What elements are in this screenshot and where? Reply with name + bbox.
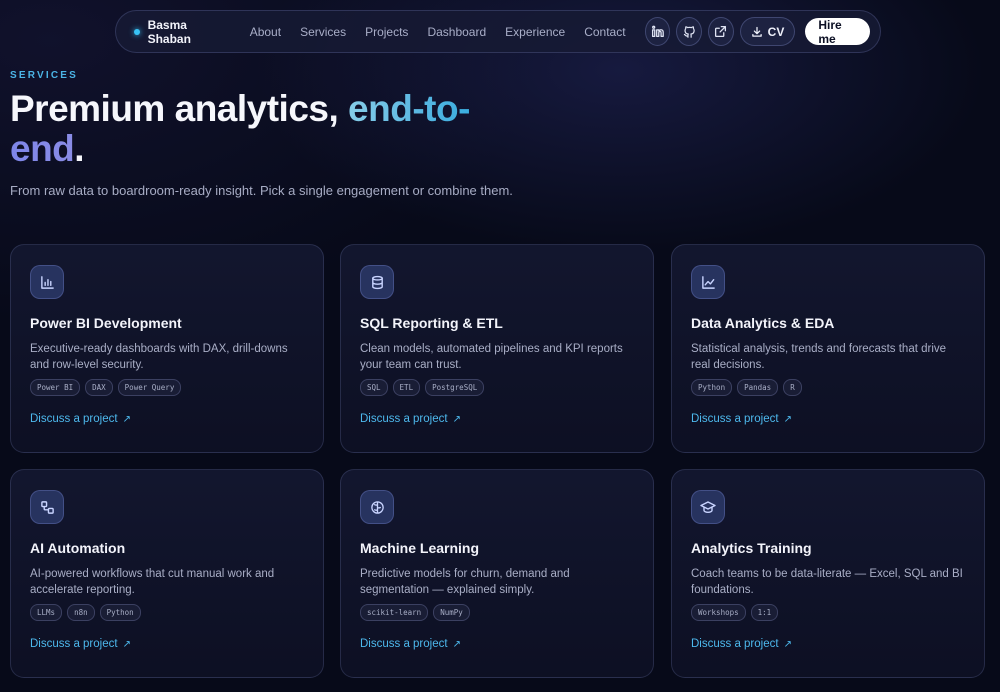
tag: 1:1 (750, 604, 779, 621)
service-card-sql: SQL Reporting & ETL Clean models, automa… (340, 244, 654, 453)
service-card-analytics: Data Analytics & EDA Statistical analysi… (671, 244, 985, 453)
nav-link-services[interactable]: Services (300, 25, 346, 39)
discuss-project-link[interactable]: Discuss a project ↗ (691, 413, 965, 425)
brand-dot (134, 28, 140, 35)
tag: n8n (67, 604, 95, 621)
card-description: Coach teams to be data-literate — Excel,… (691, 568, 963, 596)
card-tags: Power BI DAX Power Query (30, 379, 304, 396)
graduation-cap-icon (700, 501, 716, 513)
discuss-project-link[interactable]: Discuss a project ↗ (691, 638, 965, 650)
cta-label: Discuss a project (360, 638, 448, 650)
headline-accent-1: end-to- (348, 88, 470, 129)
tag: SQL (360, 379, 388, 396)
card-title: Machine Learning (360, 540, 480, 556)
tag: Python (691, 379, 733, 396)
card-icon-wrapper (691, 265, 725, 299)
card-icon-wrapper (691, 490, 725, 524)
brain-icon (370, 500, 384, 514)
tag: DAX (85, 379, 113, 396)
nav-actions: CV Hire me (644, 17, 870, 46)
service-card-power-bi: Power BI Development Executive-ready das… (10, 244, 324, 453)
nav-link-projects[interactable]: Projects (365, 25, 408, 39)
cta-label: Discuss a project (691, 413, 779, 425)
tag: Power Query (117, 379, 182, 396)
download-icon (751, 26, 762, 37)
linkedin-button[interactable] (644, 17, 671, 46)
cta-label: Discuss a project (691, 638, 779, 650)
card-icon-wrapper (360, 490, 394, 524)
nav-link-dashboard[interactable]: Dashboard (427, 25, 486, 39)
card-description: Clean models, automated pipelines and KP… (360, 343, 623, 371)
tag: scikit-learn (360, 604, 429, 621)
nav-link-experience[interactable]: Experience (505, 25, 565, 39)
arrow-up-right-icon: ↗ (783, 413, 792, 425)
arrow-up-right-icon: ↗ (783, 638, 792, 650)
hire-me-button[interactable]: Hire me (805, 18, 870, 46)
github-button[interactable] (676, 17, 702, 46)
discuss-project-link[interactable]: Discuss a project ↗ (30, 638, 304, 650)
card-icon-wrapper (30, 265, 64, 299)
card-tags: LLMs n8n Python (30, 604, 304, 621)
top-navbar: Basma Shaban About Services Projects Das… (115, 10, 881, 53)
github-icon (683, 26, 695, 38)
nav-link-contact[interactable]: Contact (584, 25, 625, 39)
discuss-project-link[interactable]: Discuss a project ↗ (30, 413, 304, 425)
tag: R (783, 379, 802, 396)
arrow-up-right-icon: ↗ (122, 413, 131, 425)
download-cv-button[interactable]: CV (739, 17, 796, 46)
headline-accent-2: end (10, 128, 75, 169)
tag: LLMs (30, 604, 63, 621)
card-icon-wrapper (360, 265, 394, 299)
tag: NumPy (433, 604, 470, 621)
card-description: AI-powered workflows that cut manual wor… (30, 568, 275, 596)
card-title: Power BI Development (30, 315, 182, 331)
section-subtitle: From raw data to boardroom-ready insight… (10, 183, 513, 198)
section-eyebrow: SERVICES (10, 70, 78, 81)
discuss-project-link[interactable]: Discuss a project ↗ (360, 413, 634, 425)
bar-chart-icon (40, 275, 54, 289)
card-tags: SQL ETL PostgreSQL (360, 379, 634, 396)
card-icon-wrapper (30, 490, 64, 524)
service-card-training: Analytics Training Coach teams to be dat… (671, 469, 985, 678)
cta-label: Discuss a project (30, 413, 118, 425)
card-title: SQL Reporting & ETL (360, 315, 503, 331)
arrow-up-right-icon: ↗ (452, 638, 461, 650)
card-tags: scikit-learn NumPy (360, 604, 634, 621)
database-icon (371, 275, 383, 289)
tag: PostgreSQL (425, 379, 485, 396)
page-title: Premium analytics, end-to-end. (10, 89, 530, 169)
external-link-icon (715, 25, 727, 38)
card-title: Data Analytics & EDA (691, 315, 835, 331)
service-card-ai-automation: AI Automation AI-powered workflows that … (10, 469, 324, 678)
card-description: Statistical analysis, trends and forecas… (691, 343, 947, 371)
external-link-button[interactable] (707, 17, 734, 46)
nav-link-about[interactable]: About (250, 25, 281, 39)
workflow-icon (40, 500, 54, 514)
discuss-project-link[interactable]: Discuss a project ↗ (360, 638, 634, 650)
tag: Python (99, 604, 141, 621)
headline-plain: Premium analytics, (10, 88, 349, 129)
card-tags: Workshops 1:1 (691, 604, 965, 621)
arrow-up-right-icon: ↗ (452, 413, 461, 425)
card-title: AI Automation (30, 540, 126, 556)
card-title: Analytics Training (691, 540, 812, 556)
linkedin-icon (651, 25, 664, 38)
line-chart-icon (701, 275, 715, 289)
card-description: Predictive models for churn, demand and … (360, 568, 570, 596)
headline-period: . (74, 128, 85, 169)
card-tags: Python Pandas R (691, 379, 965, 396)
card-description: Executive-ready dashboards with DAX, dri… (30, 343, 288, 371)
brand-name: Basma Shaban (147, 17, 191, 46)
tag: Workshops (691, 604, 746, 621)
cta-label: Discuss a project (360, 413, 448, 425)
cta-label: Discuss a project (30, 638, 118, 650)
brand[interactable]: Basma Shaban (134, 18, 228, 46)
tag: Pandas (737, 379, 779, 396)
service-card-machine-learning: Machine Learning Predictive models for c… (340, 469, 654, 678)
tag: Power BI (30, 379, 81, 396)
tag: ETL (392, 379, 421, 396)
arrow-up-right-icon: ↗ (122, 638, 131, 650)
cv-label: CV (767, 24, 785, 39)
